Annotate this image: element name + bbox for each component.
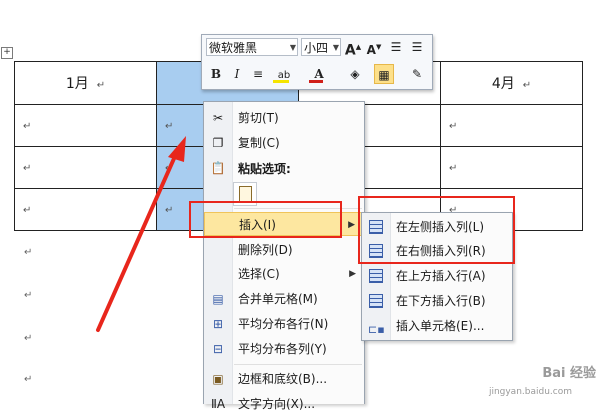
document-page: + 1月↵ 2月 3月 4月↵ ↵ ↵ ↵ ↵ ↵ ↵ ↵ ↵ ↵ ↵ ↵ ↵ … — [0, 0, 602, 411]
watermark-url: jingyan.baidu.com — [488, 387, 572, 397]
watermark-brand: Bai 经验 — [542, 366, 596, 381]
annotation-arrow — [96, 136, 186, 332]
